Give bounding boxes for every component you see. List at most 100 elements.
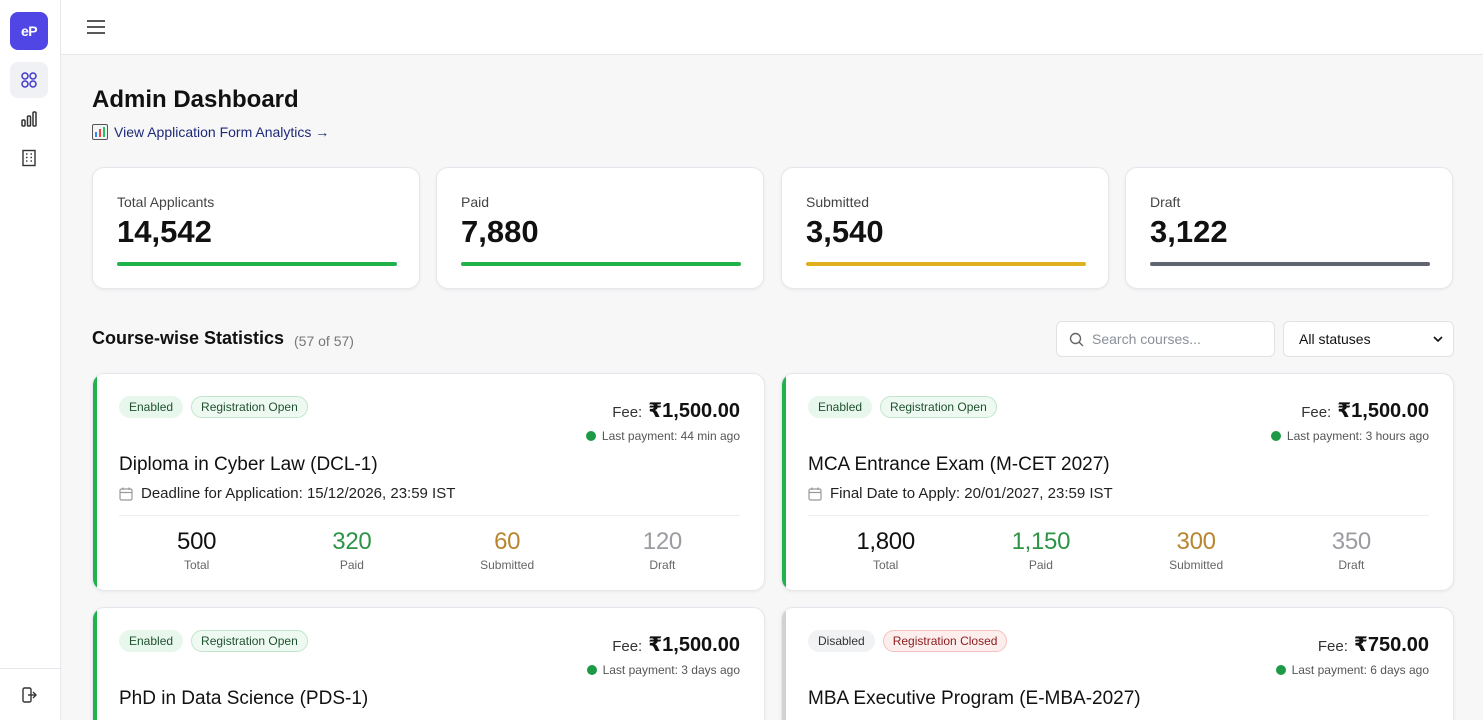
divider [808, 515, 1429, 516]
stat-value: 3,540 [806, 214, 884, 249]
fee: Fee: ₹1,500.00 [1301, 398, 1429, 423]
sidebar: eP [0, 0, 61, 720]
registration-badge: Registration Closed [882, 630, 1008, 652]
metric-label: Total [872, 558, 899, 572]
last-payment: Last payment: 6 days ago [1275, 663, 1429, 677]
stat-label: Submitted [806, 194, 870, 210]
status-filter-select[interactable]: All statuses [1283, 321, 1454, 357]
deadline: Final Date to Apply: 20/01/2027, 23:59 I… [808, 485, 1113, 502]
metric-label: Total [183, 558, 210, 572]
last-payment-text: Last payment: 3 hours ago [1286, 429, 1429, 443]
status-dot-icon [1275, 665, 1286, 675]
last-payment-text: Last payment: 44 min ago [601, 429, 740, 443]
stat-card-paid: Paid 7,880 [436, 167, 764, 289]
building-icon[interactable] [10, 140, 48, 176]
course-title: MBA Executive Program (E-MBA-2027) [808, 688, 1141, 709]
stat-bar [1150, 262, 1430, 266]
stat-card-total-applicants: Total Applicants 14,542 [92, 167, 420, 289]
stat-value: 3,122 [1150, 214, 1228, 249]
course-metrics: 500 Total 320 Paid 60 Submitted 120 Draft [119, 528, 740, 572]
metric-submitted: 300 [1176, 528, 1216, 555]
dashboard-grid-icon[interactable] [10, 62, 48, 98]
fee-label: Fee: [1301, 404, 1332, 421]
section-count: (57 of 57) [294, 333, 354, 349]
fee-amount: ₹750.00 [1353, 634, 1429, 656]
metric-label: Submitted [1169, 558, 1224, 572]
last-payment: Last payment: 3 days ago [586, 663, 740, 677]
status-dot-icon [585, 431, 596, 441]
deadline-text: Deadline for Application: 15/12/2026, 23… [141, 485, 456, 502]
course-title: MCA Entrance Exam (M-CET 2027) [808, 454, 1110, 475]
metric-total: 500 [177, 528, 217, 555]
fee-label: Fee: [1317, 638, 1348, 655]
registration-badge: Registration Open [191, 630, 308, 652]
stat-label: Draft [1150, 194, 1181, 210]
fee: Fee: ₹750.00 [1318, 632, 1429, 657]
stat-label: Total Applicants [117, 194, 215, 210]
chart-emoji-icon [92, 124, 108, 140]
metric-draft: 350 [1331, 528, 1371, 555]
search-box [1056, 321, 1275, 357]
logout-icon[interactable] [10, 677, 48, 713]
search-icon [1069, 332, 1084, 346]
metric-label: Paid [339, 558, 364, 572]
stat-card-submitted: Submitted 3,540 [781, 167, 1109, 289]
deadline-text: Final Date to Apply: 20/01/2027, 23:59 I… [830, 485, 1113, 502]
last-payment-text: Last payment: 6 days ago [1291, 663, 1429, 677]
metric-label: Draft [1338, 558, 1365, 572]
hamburger-menu-icon[interactable] [85, 16, 107, 38]
stat-bar [461, 262, 741, 266]
status-badge: Disabled [808, 630, 875, 652]
metric-label: Draft [649, 558, 676, 572]
course-card[interactable]: Enabled Registration Open Fee: ₹1,500.00… [92, 373, 765, 591]
stat-value: 7,880 [461, 214, 539, 249]
app-logo[interactable]: eP [10, 12, 48, 50]
status-badge: Enabled [119, 396, 184, 418]
search-input[interactable] [1092, 331, 1262, 347]
status-dot-icon [586, 665, 597, 675]
calendar-icon [808, 487, 822, 501]
metric-paid: 320 [332, 528, 372, 555]
fee-label: Fee: [612, 404, 643, 421]
status-dot-icon [1270, 431, 1281, 441]
fee: Fee: ₹1,500.00 [612, 398, 740, 423]
fee: Fee: ₹1,500.00 [612, 632, 740, 657]
fee-amount: ₹1,500.00 [648, 400, 740, 422]
deadline: Deadline for Application: 15/12/2026, 23… [119, 485, 455, 502]
status-badge: Enabled [119, 630, 184, 652]
analytics-link-label: View Application Form Analytics → [114, 124, 330, 140]
course-title: Diploma in Cyber Law (DCL-1) [119, 454, 378, 475]
bar-chart-icon[interactable] [10, 101, 48, 137]
section-title: Course-wise Statistics [92, 328, 285, 348]
metric-paid: 1,150 [1011, 528, 1071, 555]
topbar [61, 0, 1483, 55]
metric-label: Submitted [480, 558, 535, 572]
analytics-link[interactable]: View Application Form Analytics → [92, 124, 329, 140]
last-payment: Last payment: 44 min ago [585, 429, 740, 443]
fee-amount: ₹1,500.00 [648, 634, 740, 656]
fee-label: Fee: [612, 638, 643, 655]
sidebar-footer [0, 668, 61, 720]
page-title: Admin Dashboard [92, 86, 299, 113]
stat-card-draft: Draft 3,122 [1125, 167, 1453, 289]
metric-draft: 120 [642, 528, 682, 555]
stat-bar [806, 262, 1086, 266]
course-metrics: 1,800 Total 1,150 Paid 300 Submitted 350 Dra… [808, 528, 1429, 572]
course-card[interactable]: Enabled Registration Open Fee: ₹1,500.00… [781, 373, 1454, 591]
divider [119, 515, 740, 516]
course-title: PhD in Data Science (PDS-1) [119, 688, 369, 709]
status-filter-value: All statuses [1299, 331, 1371, 347]
last-payment-text: Last payment: 3 days ago [602, 663, 740, 677]
stat-value: 14,542 [117, 214, 212, 249]
metric-label: Paid [1028, 558, 1053, 572]
chevron-down-icon [1433, 335, 1443, 342]
course-card[interactable]: Enabled Registration Open Fee: ₹1,500.00… [92, 607, 765, 720]
calendar-icon [119, 487, 133, 501]
stat-label: Paid [461, 194, 490, 210]
status-badge: Enabled [808, 396, 873, 418]
course-card[interactable]: Disabled Registration Closed Fee: ₹750.0… [781, 607, 1454, 720]
fee-amount: ₹1,500.00 [1337, 400, 1429, 422]
last-payment: Last payment: 3 hours ago [1270, 429, 1429, 443]
metric-submitted: 60 [494, 528, 521, 555]
registration-badge: Registration Open [191, 396, 308, 418]
